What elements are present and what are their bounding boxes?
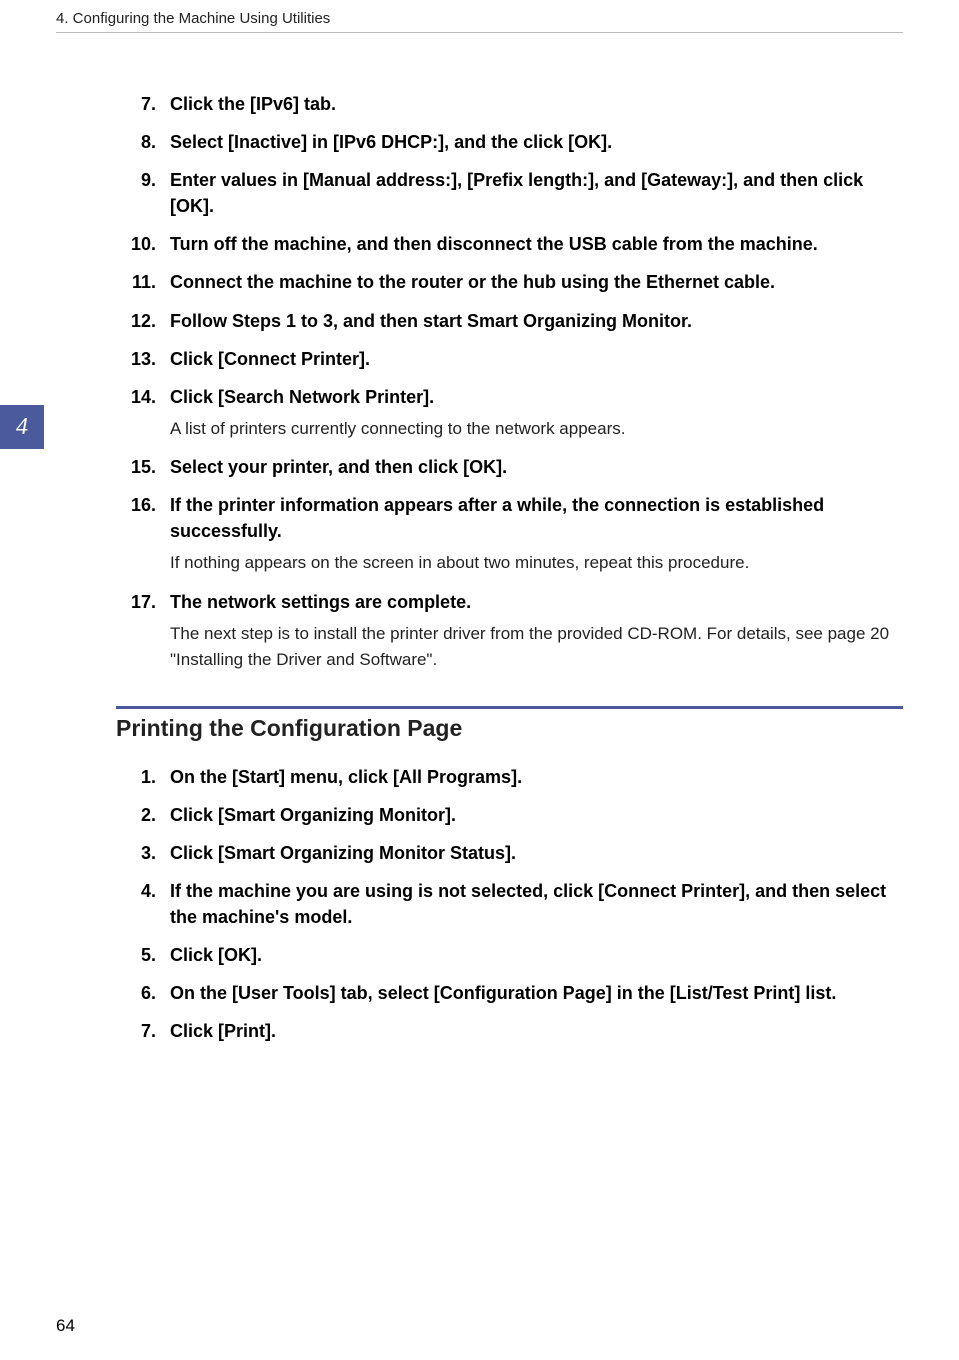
step-title: Click [OK]. bbox=[170, 942, 903, 968]
step-body: If the machine you are using is not sele… bbox=[162, 878, 903, 930]
step-item: 4 If the machine you are using is not se… bbox=[116, 878, 903, 930]
step-note: If nothing appears on the screen in abou… bbox=[170, 550, 903, 576]
step-item: 14 Click [Search Network Printer]. A lis… bbox=[116, 384, 903, 442]
step-item: 3 Click [Smart Organizing Monitor Status… bbox=[116, 840, 903, 866]
step-item: 1 On the [Start] menu, click [All Progra… bbox=[116, 764, 903, 790]
step-title: Connect the machine to the router or the… bbox=[170, 269, 903, 295]
step-item: 7 Click the [IPv6] tab. bbox=[116, 91, 903, 117]
step-number: 1 bbox=[116, 764, 162, 790]
step-item: 17 The network settings are complete. Th… bbox=[116, 589, 903, 674]
step-title: Click [Search Network Printer]. bbox=[170, 384, 903, 410]
step-title: Follow Steps 1 to 3, and then start Smar… bbox=[170, 308, 903, 334]
step-title: Click [Smart Organizing Monitor Status]. bbox=[170, 840, 903, 866]
step-body: On the [Start] menu, click [All Programs… bbox=[162, 764, 903, 790]
step-body: Click [OK]. bbox=[162, 942, 903, 968]
section-heading: Printing the Configuration Page bbox=[116, 715, 903, 742]
step-item: 12 Follow Steps 1 to 3, and then start S… bbox=[116, 308, 903, 334]
step-number: 10 bbox=[116, 231, 162, 257]
step-number: 9 bbox=[116, 167, 162, 219]
step-item: 8 Select [Inactive] in [IPv6 DHCP:], and… bbox=[116, 129, 903, 155]
step-item: 7 Click [Print]. bbox=[116, 1018, 903, 1044]
step-body: Click the [IPv6] tab. bbox=[162, 91, 903, 117]
chapter-tab: 4 bbox=[0, 405, 44, 449]
step-title: If the machine you are using is not sele… bbox=[170, 878, 903, 930]
step-body: Turn off the machine, and then disconnec… bbox=[162, 231, 903, 257]
step-body: Connect the machine to the router or the… bbox=[162, 269, 903, 295]
step-note: The next step is to install the printer … bbox=[170, 621, 903, 674]
step-item: 9 Enter values in [Manual address:], [Pr… bbox=[116, 167, 903, 219]
steps-list-b: 1 On the [Start] menu, click [All Progra… bbox=[116, 764, 903, 1045]
step-number: 6 bbox=[116, 980, 162, 1006]
step-item: 15 Select your printer, and then click [… bbox=[116, 454, 903, 480]
step-title: Turn off the machine, and then disconnec… bbox=[170, 231, 903, 257]
steps-list-a: 7 Click the [IPv6] tab. 8 Select [Inacti… bbox=[116, 91, 903, 674]
step-title: Click [Smart Organizing Monitor]. bbox=[170, 802, 903, 828]
step-note: A list of printers currently connecting … bbox=[170, 416, 903, 442]
section-rule bbox=[116, 706, 903, 709]
step-body: If the printer information appears after… bbox=[162, 492, 903, 577]
step-title: Select [Inactive] in [IPv6 DHCP:], and t… bbox=[170, 129, 903, 155]
step-body: Click [Smart Organizing Monitor]. bbox=[162, 802, 903, 828]
breadcrumb: 4. Configuring the Machine Using Utiliti… bbox=[56, 10, 330, 27]
header-bar: 4. Configuring the Machine Using Utiliti… bbox=[56, 10, 903, 33]
step-number: 4 bbox=[116, 878, 162, 930]
step-title: Click [Connect Printer]. bbox=[170, 346, 903, 372]
step-item: 6 On the [User Tools] tab, select [Confi… bbox=[116, 980, 903, 1006]
step-body: Click [Connect Printer]. bbox=[162, 346, 903, 372]
step-title: If the printer information appears after… bbox=[170, 492, 903, 544]
step-body: On the [User Tools] tab, select [Configu… bbox=[162, 980, 903, 1006]
step-item: 16 If the printer information appears af… bbox=[116, 492, 903, 577]
step-title: Click the [IPv6] tab. bbox=[170, 91, 903, 117]
step-body: Click [Smart Organizing Monitor Status]. bbox=[162, 840, 903, 866]
step-number: 12 bbox=[116, 308, 162, 334]
step-number: 7 bbox=[116, 1018, 162, 1044]
step-body: Enter values in [Manual address:], [Pref… bbox=[162, 167, 903, 219]
step-title: The network settings are complete. bbox=[170, 589, 903, 615]
step-number: 7 bbox=[116, 91, 162, 117]
step-title: Enter values in [Manual address:], [Pref… bbox=[170, 167, 903, 219]
step-title: Select your printer, and then click [OK]… bbox=[170, 454, 903, 480]
step-item: 11 Connect the machine to the router or … bbox=[116, 269, 903, 295]
step-number: 3 bbox=[116, 840, 162, 866]
step-number: 16 bbox=[116, 492, 162, 577]
step-number: 14 bbox=[116, 384, 162, 442]
step-body: Select [Inactive] in [IPv6 DHCP:], and t… bbox=[162, 129, 903, 155]
step-item: 13 Click [Connect Printer]. bbox=[116, 346, 903, 372]
step-number: 13 bbox=[116, 346, 162, 372]
step-number: 17 bbox=[116, 589, 162, 674]
step-item: 10 Turn off the machine, and then discon… bbox=[116, 231, 903, 257]
step-body: Click [Search Network Printer]. A list o… bbox=[162, 384, 903, 442]
step-number: 5 bbox=[116, 942, 162, 968]
step-number: 8 bbox=[116, 129, 162, 155]
content-area: 7 Click the [IPv6] tab. 8 Select [Inacti… bbox=[56, 91, 903, 1044]
step-body: Select your printer, and then click [OK]… bbox=[162, 454, 903, 480]
step-item: 5 Click [OK]. bbox=[116, 942, 903, 968]
step-number: 15 bbox=[116, 454, 162, 480]
step-body: The network settings are complete. The n… bbox=[162, 589, 903, 674]
step-body: Follow Steps 1 to 3, and then start Smar… bbox=[162, 308, 903, 334]
step-title: Click [Print]. bbox=[170, 1018, 903, 1044]
step-body: Click [Print]. bbox=[162, 1018, 903, 1044]
step-item: 2 Click [Smart Organizing Monitor]. bbox=[116, 802, 903, 828]
page-number: 64 bbox=[56, 1316, 75, 1336]
step-number: 11 bbox=[116, 269, 162, 295]
step-number: 2 bbox=[116, 802, 162, 828]
step-title: On the [User Tools] tab, select [Configu… bbox=[170, 980, 903, 1006]
section-heading-block: Printing the Configuration Page bbox=[116, 706, 903, 742]
page: 4. Configuring the Machine Using Utiliti… bbox=[0, 0, 959, 1360]
step-title: On the [Start] menu, click [All Programs… bbox=[170, 764, 903, 790]
